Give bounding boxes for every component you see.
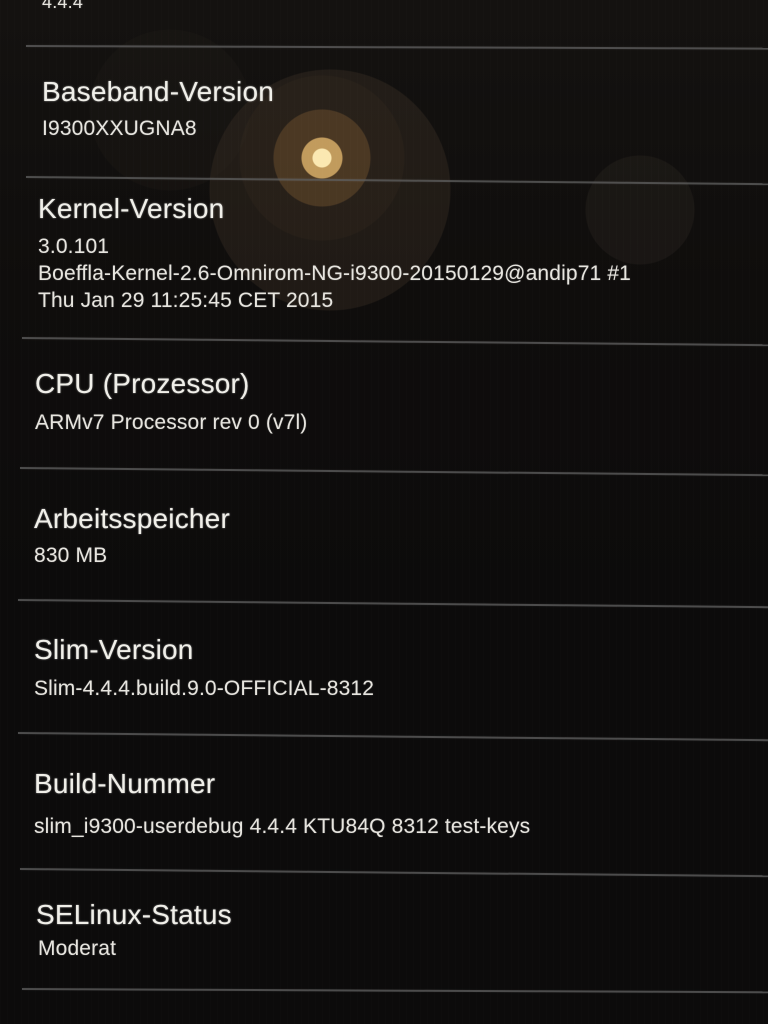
cpu-value: ARMv7 Processor rev 0 (v7l) [35, 411, 308, 434]
kernel-version-value: 3.0.101 Boeffla-Kernel-2.6-Omnirom-NG-i9… [38, 233, 631, 314]
cpu-section[interactable]: CPU (Prozessor) ARMv7 Processor rev 0 (v… [0, 337, 768, 467]
slim-version-title: Slim-Version [34, 634, 194, 665]
top-version-value: 4.4.4 [42, 0, 84, 12]
selinux-status-title: SELinux-Status [36, 899, 232, 930]
ram-value: 830 MB [34, 544, 108, 567]
baseband-version-value: I9300XXUGNA8 [42, 117, 197, 140]
kernel-version-section[interactable]: Kernel-Version 3.0.101 Boeffla-Kernel-2.… [0, 176, 768, 338]
slim-version-section[interactable]: Slim-Version Slim-4.4.4.build.9.0-OFFICI… [0, 599, 768, 729]
baseband-version-section[interactable]: Baseband-Version I9300XXUGNA8 [0, 45, 768, 175]
slim-version-value: Slim-4.4.4.build.9.0-OFFICIAL-8312 [34, 677, 375, 700]
build-number-title: Build-Nummer [34, 768, 216, 799]
baseband-version-title: Baseband-Version [42, 76, 275, 107]
ram-title: Arbeitsspeicher [34, 503, 230, 534]
cpu-title: CPU (Prozessor) [35, 368, 250, 399]
kernel-version-line-1: 3.0.101 [38, 235, 110, 258]
selinux-status-section[interactable]: SELinux-Status Moderat [0, 868, 768, 986]
build-number-section[interactable]: Build-Nummer slim_i9300-userdebug 4.4.4 … [0, 732, 768, 862]
selinux-status-value: Moderat [38, 937, 117, 960]
ram-section[interactable]: Arbeitsspeicher 830 MB [0, 467, 768, 597]
kernel-version-line-2: Boeffla-Kernel-2.6-Omnirom-NG-i9300-2015… [38, 262, 632, 285]
build-number-value: slim_i9300-userdebug 4.4.4 KTU84Q 8312 t… [34, 815, 531, 838]
kernel-version-line-3: Thu Jan 29 11:25:45 CET 2015 [38, 289, 334, 312]
kernel-version-title: Kernel-Version [38, 193, 225, 224]
